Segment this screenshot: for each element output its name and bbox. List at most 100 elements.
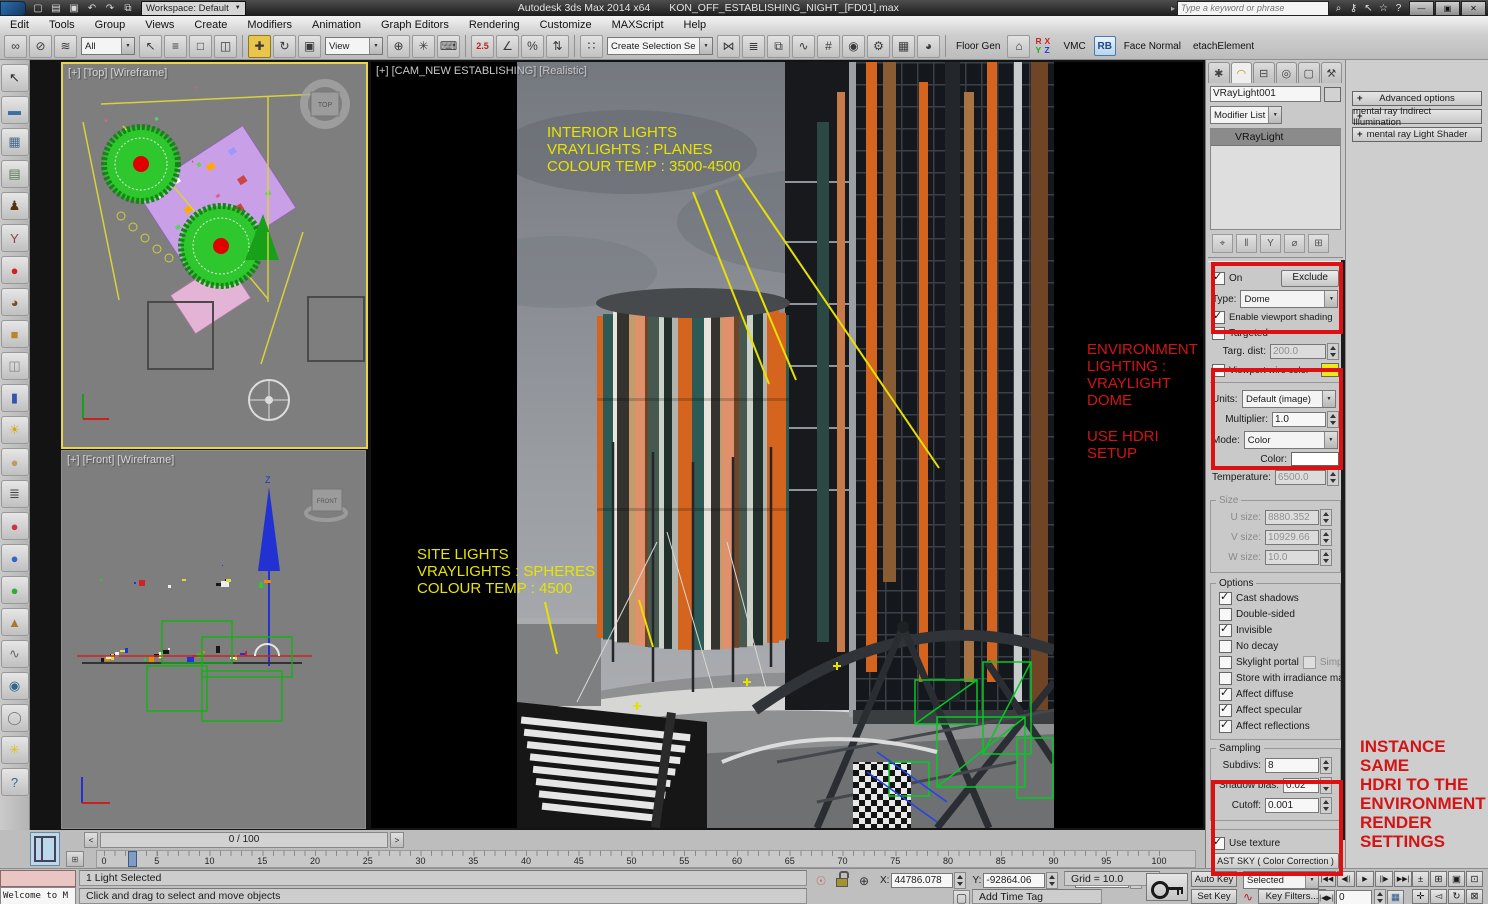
zoom-all-icon[interactable]: ⊞ bbox=[1430, 871, 1447, 887]
go-to-end-button[interactable]: ▶▶| bbox=[1394, 871, 1412, 887]
light-color-swatch[interactable] bbox=[1291, 452, 1339, 466]
targ-dist-field[interactable]: 200.0 bbox=[1270, 344, 1326, 359]
vmc-button[interactable]: VMC bbox=[1057, 41, 1091, 52]
minimize-button[interactable]: — bbox=[1409, 0, 1434, 16]
select-by-name-icon[interactable]: ≡ bbox=[164, 34, 187, 58]
current-frame-field[interactable]: 0 bbox=[1336, 890, 1372, 904]
shelf-rect-icon[interactable]: ▬ bbox=[0, 96, 29, 124]
show-end-result-icon[interactable]: ‖ bbox=[1236, 234, 1257, 253]
selection-filter-dropdown[interactable]: All ▼ bbox=[81, 37, 135, 55]
menu-customize[interactable]: Customize bbox=[530, 19, 602, 31]
previous-frame-button[interactable]: ◀|| bbox=[1337, 871, 1355, 887]
menu-rendering[interactable]: Rendering bbox=[459, 19, 530, 31]
key-icon[interactable]: ⚷ bbox=[1346, 3, 1361, 14]
rollout-advanced-options[interactable]: + Advanced options bbox=[1352, 91, 1482, 106]
shelf-plane-icon[interactable]: ◫ bbox=[0, 352, 29, 380]
key-mode-dropdown[interactable]: Selected ▼ bbox=[1243, 871, 1319, 889]
close-button[interactable]: ✕ bbox=[1461, 0, 1486, 16]
remove-modifier-icon[interactable]: ⌀ bbox=[1284, 234, 1305, 253]
select-and-link-icon[interactable]: ∞ bbox=[4, 34, 27, 58]
material-editor-icon[interactable]: ◉ bbox=[842, 34, 865, 58]
spinner-snap-icon[interactable]: ⇅ bbox=[546, 34, 569, 58]
cutoff-field[interactable]: 0.001 bbox=[1265, 798, 1319, 813]
option-checkbox-affect-reflections[interactable] bbox=[1219, 718, 1232, 733]
detach-element-button[interactable]: etachElement bbox=[1187, 41, 1260, 52]
tab-display[interactable]: ▢ bbox=[1298, 62, 1320, 83]
x-spinner[interactable] bbox=[954, 872, 967, 889]
cutoff-spinner[interactable] bbox=[1320, 797, 1332, 814]
face-normal-button[interactable]: Face Normal bbox=[1118, 41, 1187, 52]
auto-key-button[interactable]: Auto Key bbox=[1191, 871, 1237, 887]
named-selection-dropdown[interactable]: Create Selection Se ▼ bbox=[607, 37, 713, 55]
zoom-icon[interactable]: ± bbox=[1412, 871, 1429, 887]
y-coordinate-field[interactable]: -92864.06 bbox=[983, 873, 1046, 888]
add-time-tag[interactable]: Add Time Tag bbox=[972, 889, 1102, 904]
viewport-layout-button[interactable] bbox=[30, 832, 60, 866]
infocenter-collapse-icon[interactable]: ▸ bbox=[1171, 4, 1175, 13]
schematic-view-icon[interactable]: # bbox=[817, 34, 840, 58]
subdivs-field[interactable]: 8 bbox=[1265, 758, 1319, 773]
select-and-move-icon[interactable]: ✚ bbox=[248, 34, 271, 58]
shelf-sphere-green-icon[interactable]: ● bbox=[0, 576, 29, 604]
snaps-toggle-icon[interactable]: 2.5 bbox=[471, 34, 494, 58]
mode-dropdown[interactable]: Color ▼ bbox=[1243, 431, 1338, 449]
shelf-layers-icon[interactable]: ≣ bbox=[0, 480, 29, 508]
exclude-button[interactable]: Exclude bbox=[1281, 270, 1339, 287]
unlink-selection-icon[interactable]: ⊘ bbox=[29, 34, 52, 58]
undo-icon[interactable]: ↶ bbox=[84, 1, 100, 15]
frame-spinner[interactable] bbox=[1374, 889, 1386, 904]
shelf-cone-icon[interactable]: ▲ bbox=[0, 608, 29, 636]
targ-dist-spinner[interactable] bbox=[1327, 343, 1339, 360]
v-size-field[interactable]: 10929.66 bbox=[1265, 530, 1319, 545]
select-and-scale-icon[interactable]: ▣ bbox=[298, 34, 321, 58]
pan-icon[interactable]: ✛ bbox=[1412, 889, 1429, 904]
option-checkbox-no-decay[interactable] bbox=[1219, 640, 1232, 653]
bind-to-spacewarp-icon[interactable]: ≋ bbox=[54, 34, 77, 58]
option-checkbox-store-with-irradiance-map[interactable] bbox=[1219, 672, 1232, 685]
rollout-mental-ray-indirect-illumination[interactable]: + mental ray Indirect Illumination bbox=[1352, 106, 1482, 128]
orbit-icon[interactable]: ↻ bbox=[1448, 889, 1465, 904]
light-type-dropdown[interactable]: Dome ▼ bbox=[1240, 290, 1339, 308]
floor-gen-button[interactable]: Floor Gen bbox=[950, 41, 1006, 52]
time-slider-handle[interactable] bbox=[128, 851, 137, 867]
wire-color-checkbox[interactable] bbox=[1212, 363, 1225, 377]
percent-snap-icon[interactable]: % bbox=[521, 34, 544, 58]
pin-stack-icon[interactable]: ⌖ bbox=[1212, 234, 1233, 253]
x-coordinate-field[interactable]: 44786.078 bbox=[891, 873, 954, 888]
macro-recorder-pane[interactable] bbox=[0, 870, 76, 887]
stack-item-vraylight[interactable]: VRayLight bbox=[1211, 129, 1340, 146]
communication-icon[interactable]: ↖ bbox=[1361, 3, 1376, 14]
maximize-viewport-icon[interactable]: ⊠ bbox=[1466, 889, 1483, 904]
subdivs-spinner[interactable] bbox=[1320, 757, 1332, 774]
menu-graph-editors[interactable]: Graph Editors bbox=[371, 19, 459, 31]
shelf-grid-icon[interactable]: ▦ bbox=[0, 128, 29, 156]
set-keys-button[interactable] bbox=[1146, 873, 1188, 901]
w-size-field[interactable]: 10.0 bbox=[1265, 550, 1319, 565]
viewport-shading-checkbox[interactable] bbox=[1212, 309, 1225, 324]
3dsmax-logo-icon[interactable] bbox=[0, 0, 26, 16]
use-texture-checkbox[interactable] bbox=[1212, 835, 1225, 850]
default-in-out-tangent-icon[interactable]: ∿ bbox=[1240, 890, 1256, 904]
favorites-icon[interactable]: ☆ bbox=[1376, 3, 1391, 14]
tab-hierarchy[interactable]: ⊟ bbox=[1253, 62, 1275, 83]
menu-edit[interactable]: Edit bbox=[0, 19, 39, 31]
menu-maxscript[interactable]: MAXScript bbox=[602, 19, 674, 31]
shelf-teapot-icon[interactable]: ◕ bbox=[0, 288, 29, 316]
select-object-icon[interactable]: ↖ bbox=[139, 34, 162, 58]
u-size-spinner[interactable] bbox=[1320, 509, 1332, 526]
option-checkbox-skylight-portal[interactable] bbox=[1219, 656, 1232, 669]
viewport-top-label[interactable]: [+] [Top] [Wireframe] bbox=[68, 67, 167, 79]
reference-coordinate-dropdown[interactable]: View ▼ bbox=[325, 37, 383, 55]
redo-icon[interactable]: ↷ bbox=[102, 1, 118, 15]
keyboard-override-icon[interactable]: ⌨ bbox=[437, 34, 460, 58]
set-key-button[interactable]: Set Key bbox=[1191, 889, 1237, 904]
rxyz-icon[interactable]: RXYZ bbox=[1035, 37, 1053, 55]
key-step-toggle[interactable]: |◀▶| bbox=[1318, 890, 1335, 904]
viewport-front[interactable]: [+] [Front] [Wireframe] Z FRONT bbox=[61, 450, 366, 829]
shadow-bias-spinner[interactable] bbox=[1320, 777, 1332, 794]
open-file-icon[interactable]: ▤ bbox=[48, 1, 64, 15]
menu-animation[interactable]: Animation bbox=[302, 19, 371, 31]
next-range-button[interactable]: > bbox=[390, 832, 404, 848]
maxscript-listener[interactable]: Welcome to M bbox=[0, 887, 76, 904]
viewport-front-label[interactable]: [+] [Front] [Wireframe] bbox=[67, 454, 174, 466]
